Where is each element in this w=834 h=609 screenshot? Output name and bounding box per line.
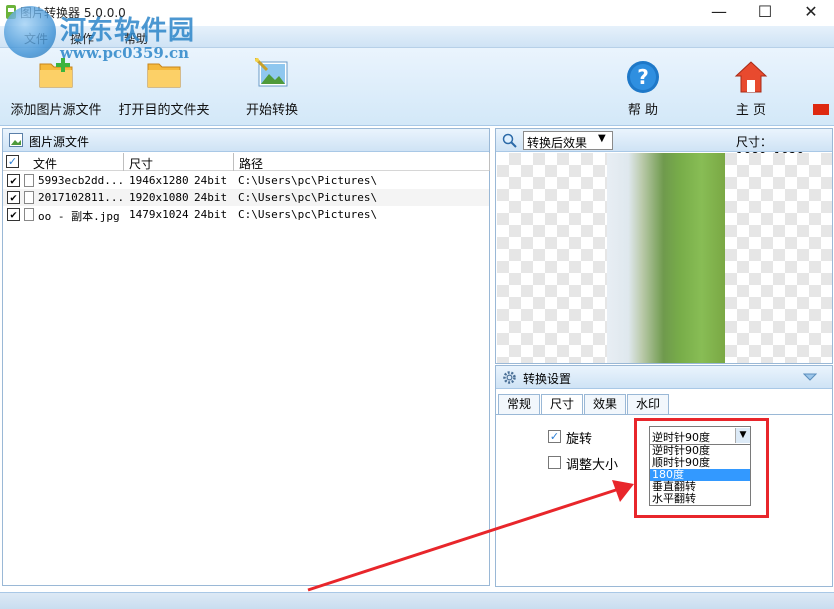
row-size: 1479x1024 [129, 208, 189, 221]
tab-effect[interactable]: 效果 [584, 394, 626, 414]
help-label: 帮 助 [627, 103, 659, 118]
gear-icon [503, 371, 516, 384]
settings-title: 转换设置 [523, 372, 572, 386]
row-depth: 24bit [194, 174, 228, 187]
column-path[interactable]: 路径 [239, 155, 263, 172]
preview-image [607, 153, 725, 363]
table-row[interactable]: ✔ 2017102811... 1920x1080 24bit C:\Users… [3, 189, 489, 206]
row-size: 1920x1080 [129, 191, 189, 204]
row-checkbox[interactable]: ✔ [7, 191, 20, 204]
watermark-url: www.pc0359.cn [60, 44, 190, 62]
zoom-icon[interactable] [502, 133, 517, 148]
file-icon [24, 174, 34, 187]
home-label: 主 页 [735, 103, 767, 118]
minimize-button[interactable]: — [696, 0, 742, 26]
preview-panel: 转换后效果 ▼ 尺寸： 1080x1920 [495, 128, 833, 364]
annotation-arrow [307, 480, 634, 592]
help-icon: ? [627, 61, 659, 93]
rotate-checkbox[interactable]: ✓ [548, 430, 561, 443]
watermark-text: 河东软件园 [60, 16, 196, 46]
row-path: C:\Users\pc\Pictures\ [238, 191, 378, 204]
status-bar [0, 592, 834, 609]
row-depth: 24bit [194, 191, 228, 204]
file-icon [24, 191, 34, 204]
rotate-label: 旋转 [566, 432, 593, 447]
column-file[interactable]: 文件 [33, 155, 57, 172]
preview-mode-select[interactable]: 转换后效果 ▼ [523, 131, 613, 150]
close-button[interactable]: ✕ [788, 0, 834, 26]
help-button[interactable]: ? 帮 助 [618, 48, 668, 126]
select-all-checkbox[interactable]: ✓ [6, 155, 19, 168]
row-checkbox[interactable]: ✔ [7, 208, 20, 221]
magic-image-icon [255, 58, 288, 87]
rotate-select[interactable]: 逆时针90度 ▼ [649, 426, 751, 445]
start-convert-button[interactable]: 开始转换 [236, 48, 308, 126]
column-size[interactable]: 尺寸 [129, 155, 153, 172]
maximize-button[interactable]: ☐ [742, 0, 788, 26]
file-icon [24, 208, 34, 221]
chevron-down-icon: ▼ [598, 133, 606, 144]
table-row[interactable]: ✔ oo - 副本.jpg 1479x1024 24bit C:\Users\p… [3, 206, 489, 223]
settings-panel-header: 转换设置 [496, 366, 832, 389]
preview-canvas [497, 153, 832, 363]
home-icon [734, 61, 768, 93]
preview-panel-header: 转换后效果 ▼ 尺寸： 1080x1920 [496, 129, 832, 164]
collapse-icon[interactable] [803, 373, 817, 381]
tab-general[interactable]: 常规 [498, 394, 540, 414]
column-separator [489, 153, 490, 171]
tab-watermark[interactable]: 水印 [627, 394, 669, 414]
row-depth: 24bit [194, 208, 228, 221]
table-row[interactable]: ✔ 5993ecb2dd... 1946x1280 24bit C:\Users… [3, 172, 489, 189]
row-path: C:\Users\pc\Pictures\ [238, 208, 378, 221]
svg-text:?: ? [637, 65, 649, 89]
row-file: 5993ecb2dd... [38, 174, 125, 187]
rotate-select-value: 逆时针90度 [652, 431, 710, 444]
source-panel-header: 图片源文件 [3, 129, 489, 152]
rotate-dropdown-list[interactable]: 逆时针90度 顺时针90度 180度 垂直翻转 水平翻转 [649, 444, 751, 506]
preview-mode-value: 转换后效果 [527, 136, 588, 150]
watermark: 河东软件园 www.pc0359.cn [4, 6, 204, 66]
row-file: oo - 副本.jpg [38, 210, 120, 223]
row-path: C:\Users\pc\Pictures\ [238, 174, 378, 187]
tab-size[interactable]: 尺寸 [541, 394, 583, 415]
add-source-label: 添加图片源文件 [10, 103, 102, 118]
image-icon [9, 133, 23, 147]
source-panel-title: 图片源文件 [29, 135, 90, 149]
column-separator[interactable] [123, 153, 124, 171]
resize-checkbox[interactable] [548, 456, 561, 469]
start-convert-label: 开始转换 [245, 103, 298, 118]
watermark-logo-icon [4, 6, 56, 58]
row-checkbox[interactable]: ✔ [7, 174, 20, 187]
rotate-option[interactable]: 水平翻转 [650, 493, 750, 505]
open-target-label: 打开目的文件夹 [118, 103, 210, 118]
chevron-down-icon[interactable]: ▼ [735, 428, 750, 443]
language-flag-icon[interactable] [813, 104, 829, 115]
file-table-header: ✓ 文件 尺寸 路径 [3, 153, 490, 172]
column-separator[interactable] [233, 153, 234, 171]
row-size: 1946x1280 [129, 174, 189, 187]
home-button[interactable]: 主 页 [726, 48, 776, 126]
row-file: 2017102811... [38, 191, 125, 204]
